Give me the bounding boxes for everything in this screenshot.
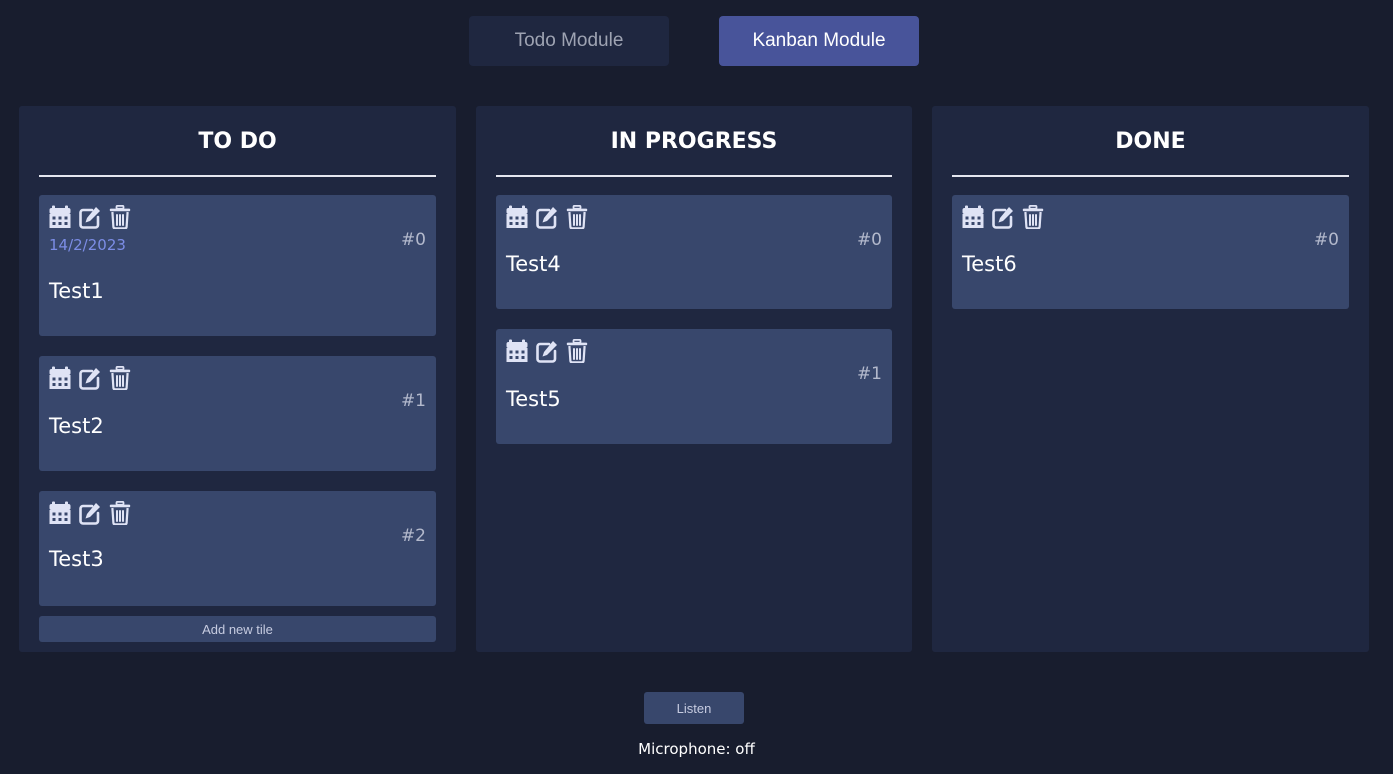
column-done: DONE #0 Test6 bbox=[932, 106, 1369, 652]
trash-icon[interactable] bbox=[566, 339, 588, 363]
edit-icon[interactable] bbox=[79, 205, 101, 229]
tile-text: Test4 bbox=[506, 252, 561, 276]
column-in-progress: IN PROGRESS #0 Test4 #1 Test5 bbox=[476, 106, 912, 652]
edit-icon[interactable] bbox=[79, 366, 101, 390]
calendar-icon[interactable] bbox=[506, 205, 528, 229]
trash-icon[interactable] bbox=[109, 205, 131, 229]
trash-icon[interactable] bbox=[1022, 205, 1044, 229]
calendar-icon[interactable] bbox=[49, 205, 71, 229]
trash-icon[interactable] bbox=[109, 366, 131, 390]
tile-number: #1 bbox=[400, 391, 426, 411]
column-title: DONE bbox=[1115, 129, 1186, 154]
calendar-icon[interactable] bbox=[962, 205, 984, 229]
tile-text: Test2 bbox=[49, 414, 104, 438]
trash-icon[interactable] bbox=[566, 205, 588, 229]
edit-icon[interactable] bbox=[79, 501, 101, 525]
column-title: IN PROGRESS bbox=[610, 129, 778, 154]
column-divider bbox=[39, 175, 436, 177]
tile-number: #1 bbox=[856, 364, 882, 384]
kanban-module-button[interactable]: Kanban Module bbox=[719, 16, 919, 66]
listen-button[interactable]: Listen bbox=[644, 692, 744, 724]
trash-icon[interactable] bbox=[109, 501, 131, 525]
module-switcher: Todo Module Kanban Module bbox=[0, 16, 1393, 66]
tile-number: #0 bbox=[400, 230, 426, 250]
tile-text: Test3 bbox=[49, 547, 104, 571]
add-new-tile-button[interactable]: Add new tile bbox=[39, 616, 436, 642]
todo-module-button[interactable]: Todo Module bbox=[469, 16, 669, 66]
tile-number: #0 bbox=[1313, 230, 1339, 250]
tile[interactable]: #0 Test4 bbox=[496, 195, 892, 309]
calendar-icon[interactable] bbox=[506, 339, 528, 363]
edit-icon[interactable] bbox=[536, 205, 558, 229]
column-divider bbox=[952, 175, 1349, 177]
tile-number: #2 bbox=[400, 526, 426, 546]
tile-text: Test6 bbox=[962, 252, 1017, 276]
tile[interactable]: #2 Test3 bbox=[39, 491, 436, 606]
calendar-icon[interactable] bbox=[49, 501, 71, 525]
tile[interactable]: #1 Test2 bbox=[39, 356, 436, 471]
column-divider bbox=[496, 175, 892, 177]
tile-number: #0 bbox=[856, 230, 882, 250]
tile-text: Test1 bbox=[49, 279, 104, 303]
tile-text: Test5 bbox=[506, 387, 561, 411]
calendar-icon[interactable] bbox=[49, 366, 71, 390]
edit-icon[interactable] bbox=[536, 339, 558, 363]
tile[interactable]: #0 14/2/2023 Test1 bbox=[39, 195, 436, 336]
tile-date: 14/2/2023 bbox=[49, 236, 126, 254]
column-title: TO DO bbox=[198, 129, 277, 154]
edit-icon[interactable] bbox=[992, 205, 1014, 229]
column-todo: TO DO #0 14/2/2023 Test1 #1 Test2 #2 Tes… bbox=[19, 106, 456, 652]
tile[interactable]: #1 Test5 bbox=[496, 329, 892, 444]
microphone-status: Microphone: off bbox=[638, 740, 755, 758]
tile[interactable]: #0 Test6 bbox=[952, 195, 1349, 309]
